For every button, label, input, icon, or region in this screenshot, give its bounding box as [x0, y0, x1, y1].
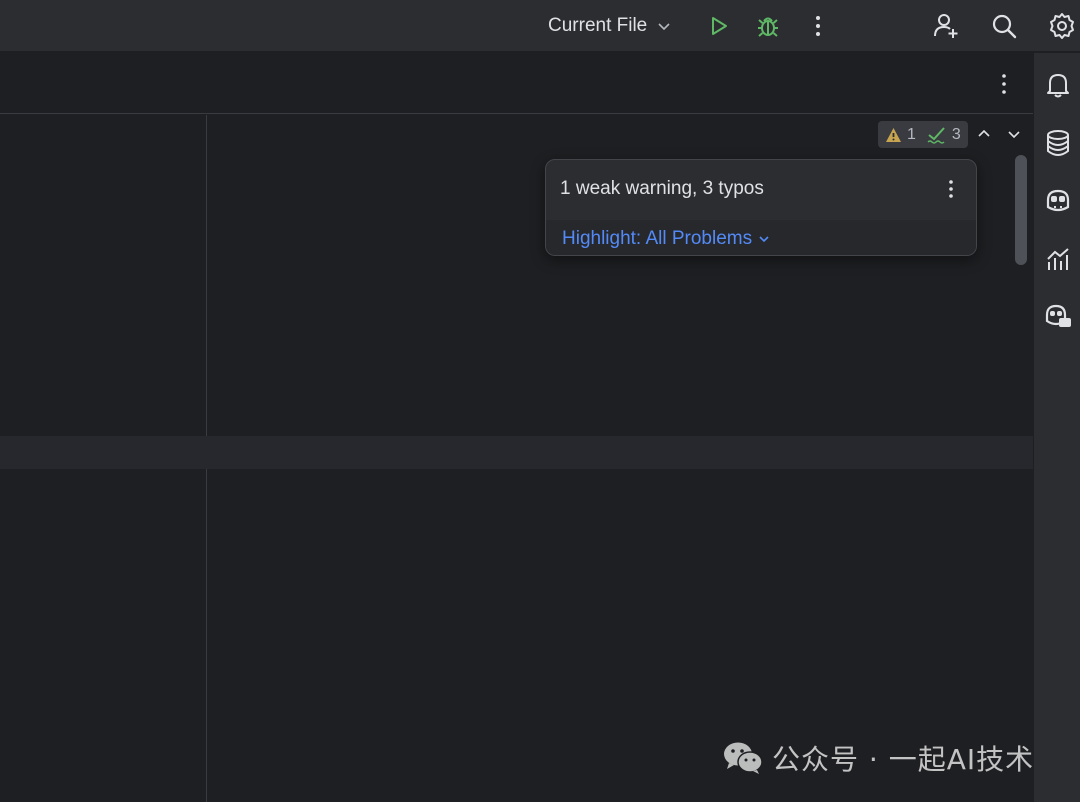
database-button[interactable] [1042, 127, 1074, 159]
warning-icon [886, 127, 901, 142]
notifications-button[interactable] [1042, 69, 1074, 101]
highlight-level-label: Highlight: All Problems [562, 228, 753, 249]
notifications-icon [1047, 74, 1069, 98]
highlight-level-dropdown[interactable]: Highlight: All Problems [562, 228, 770, 250]
next-problem-button[interactable] [1003, 123, 1025, 145]
right-tool-window-bar [1033, 53, 1080, 802]
settings-icon [1050, 13, 1074, 39]
more-vertical-icon [816, 16, 820, 36]
more-actions-button[interactable] [800, 8, 836, 44]
chevron-down-icon [1008, 131, 1020, 139]
copilot-icon [1046, 189, 1070, 212]
debug-button[interactable] [750, 8, 786, 44]
vertical-scrollbar[interactable] [1015, 155, 1027, 265]
code-editor[interactable]: 1 3 1 weak warning, 3 typos Highlight: A… [0, 115, 1033, 802]
profiler-button[interactable] [1042, 243, 1074, 275]
inspection-widget[interactable]: 1 3 [878, 121, 968, 148]
settings-button[interactable] [1044, 8, 1080, 44]
chevron-up-icon [978, 129, 990, 137]
warning-count: 1 [907, 125, 916, 143]
debug-icon [758, 17, 778, 37]
tab-options-button[interactable] [989, 67, 1019, 101]
popup-options-button[interactable] [940, 176, 962, 202]
more-vertical-icon [1002, 74, 1006, 94]
search-icon [992, 14, 1017, 39]
database-icon [1047, 130, 1069, 156]
popup-title: 1 weak warning, 3 typos [560, 178, 764, 199]
editor-tab-strip [0, 53, 1033, 114]
wechat-icon [724, 742, 763, 774]
typo-check-icon [927, 126, 945, 144]
copilot-chat-icon [1045, 304, 1071, 327]
inspection-popup: 1 weak warning, 3 typos Highlight: All P… [545, 159, 977, 256]
run-configuration-label: Current File [548, 15, 648, 36]
search-everywhere-button[interactable] [986, 8, 1022, 44]
chevron-down-icon [759, 236, 769, 243]
watermark-text: 公众号 · 一起AI技术 [772, 743, 1035, 776]
run-configuration-selector[interactable]: Current File [540, 10, 679, 42]
run-button[interactable] [701, 8, 737, 44]
typo-count: 3 [951, 125, 961, 143]
popup-header: 1 weak warning, 3 typos [546, 160, 976, 220]
caret-row-highlight [0, 436, 1033, 469]
more-vertical-icon [949, 180, 953, 198]
run-icon [712, 17, 727, 35]
popup-footer: Highlight: All Problems [546, 220, 976, 255]
chevron-down-icon [658, 23, 670, 31]
profiler-icon [1047, 248, 1069, 270]
watermark: 公众号 · 一起AI技术 [722, 738, 1034, 778]
add-user-icon [934, 14, 958, 38]
copilot-button[interactable] [1042, 185, 1074, 217]
previous-problem-button[interactable] [973, 123, 995, 145]
copilot-chat-button[interactable] [1042, 301, 1074, 333]
main-toolbar: Current File [0, 0, 1080, 52]
code-with-me-button[interactable] [928, 8, 964, 44]
